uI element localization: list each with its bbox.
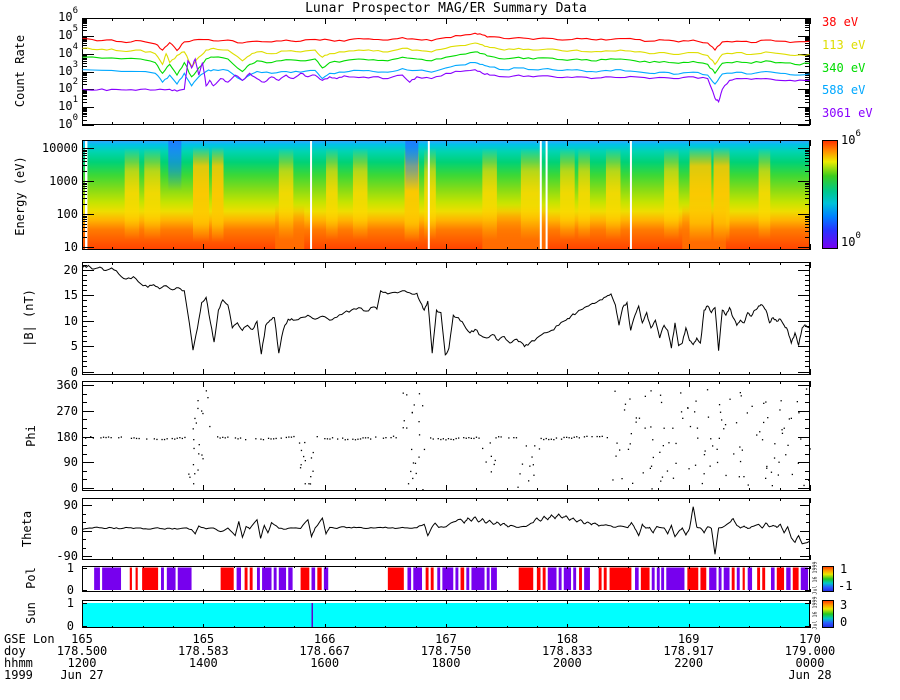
y-tick-label-bmag: 5 (70, 339, 78, 353)
y-axis-label-energy: Energy (eV) (13, 156, 27, 236)
sun-colorbar-max-label: 3 (840, 598, 848, 612)
y-tick-label-count-rate: 105 (58, 24, 78, 42)
y-tick-label-sun: 1 (66, 596, 74, 610)
plot-title: Lunar Prospector MAG/ER Summary Data (305, 1, 587, 16)
y-tick-label-phi: 270 (56, 404, 78, 418)
y-tick-label-count-rate: 106 (58, 6, 78, 24)
y-tick-label-phi: 180 (56, 430, 78, 444)
y-axis-label-pol: Pol (24, 567, 38, 589)
y-tick-label-theta: 90 (63, 498, 78, 512)
y-tick-label-phi: 0 (70, 481, 78, 495)
y-tick-label-energy: 10000 (41, 141, 78, 155)
summary-plot-figure: Lunar Prospector MAG/ER Summary Data Cou… (0, 0, 900, 700)
y-tick-label-count-rate: 100 (58, 113, 78, 131)
x-tick-column: 165 178.583 1400 (148, 633, 258, 681)
y-tick-label-phi: 90 (63, 455, 78, 469)
colorbar-max-base: 10 (841, 133, 856, 147)
x-tick-column: 169 178.917 2200 (634, 633, 744, 681)
y-tick-label-sun: 0 (66, 619, 74, 633)
plot-canvas (82, 18, 838, 628)
legend-item-340-ev: 340 eV (822, 61, 866, 75)
x-tick-column: 168 178.833 2000 (512, 633, 622, 681)
x-tick-date (270, 669, 380, 681)
x-tick-date (512, 669, 622, 681)
y-tick-label-theta: 0 (70, 524, 78, 538)
y-axis-label-sun: Sun (24, 602, 38, 624)
y-tick-label-pol: 0 (66, 583, 74, 597)
legend-item-113-ev: 113 eV (822, 38, 866, 52)
legend-item-38-ev: 38 eV (822, 15, 859, 29)
fine-print-note: Jul 16 1999 (812, 596, 819, 630)
y-tick-label-bmag: 20 (63, 263, 78, 277)
pol-colorbar-max-label: 1 (840, 562, 848, 576)
colorbar-min-base: 10 (841, 235, 856, 249)
colorbar-min-label: 100 (841, 232, 861, 249)
y-tick-label-bmag: 10 (63, 314, 78, 328)
y-tick-label-bmag: 0 (70, 365, 78, 379)
colorbar-max-label: 106 (841, 130, 861, 147)
y-tick-label-count-rate: 103 (58, 60, 78, 78)
y-tick-label-count-rate: 101 (58, 95, 78, 113)
x-tick-column: 165 178.500 1200 Jun 27 (27, 633, 137, 681)
legend-item-588-ev: 588 eV (822, 83, 866, 97)
x-tick-column: 167 178.750 1800 (391, 633, 501, 681)
x-tick-date (634, 669, 744, 681)
pol-colorbar-min-label: -1 (838, 579, 853, 593)
x-tick-date (148, 669, 258, 681)
y-tick-label-energy: 1000 (49, 174, 78, 188)
colorbar-min-exponent: 0 (855, 231, 861, 241)
y-tick-label-phi: 360 (56, 378, 78, 392)
y-tick-label-energy: 10 (63, 240, 78, 254)
y-tick-label-count-rate: 104 (58, 42, 78, 60)
x-tick-date (391, 669, 501, 681)
sun-colorbar-min-label: 0 (840, 615, 848, 629)
x-tick-date: Jun 27 (60, 668, 104, 682)
x-tick-column: 166 178.667 1600 (270, 633, 380, 681)
y-tick-label-energy: 100 (56, 207, 78, 221)
y-axis-label-count-rate: Count Rate (13, 34, 27, 108)
colorbar-max-exponent: 6 (855, 129, 861, 139)
fine-print-note: Jul 16 1999 (812, 561, 819, 595)
x-tick-column: 170 179.000 0000 Jun 28 (755, 633, 865, 681)
legend-item-3061-ev: 3061 eV (822, 106, 873, 120)
y-tick-label-pol: 1 (66, 561, 74, 575)
x-tick-date: Jun 28 (788, 668, 832, 682)
y-tick-label-count-rate: 102 (58, 77, 78, 95)
y-tick-label-bmag: 15 (63, 288, 78, 302)
